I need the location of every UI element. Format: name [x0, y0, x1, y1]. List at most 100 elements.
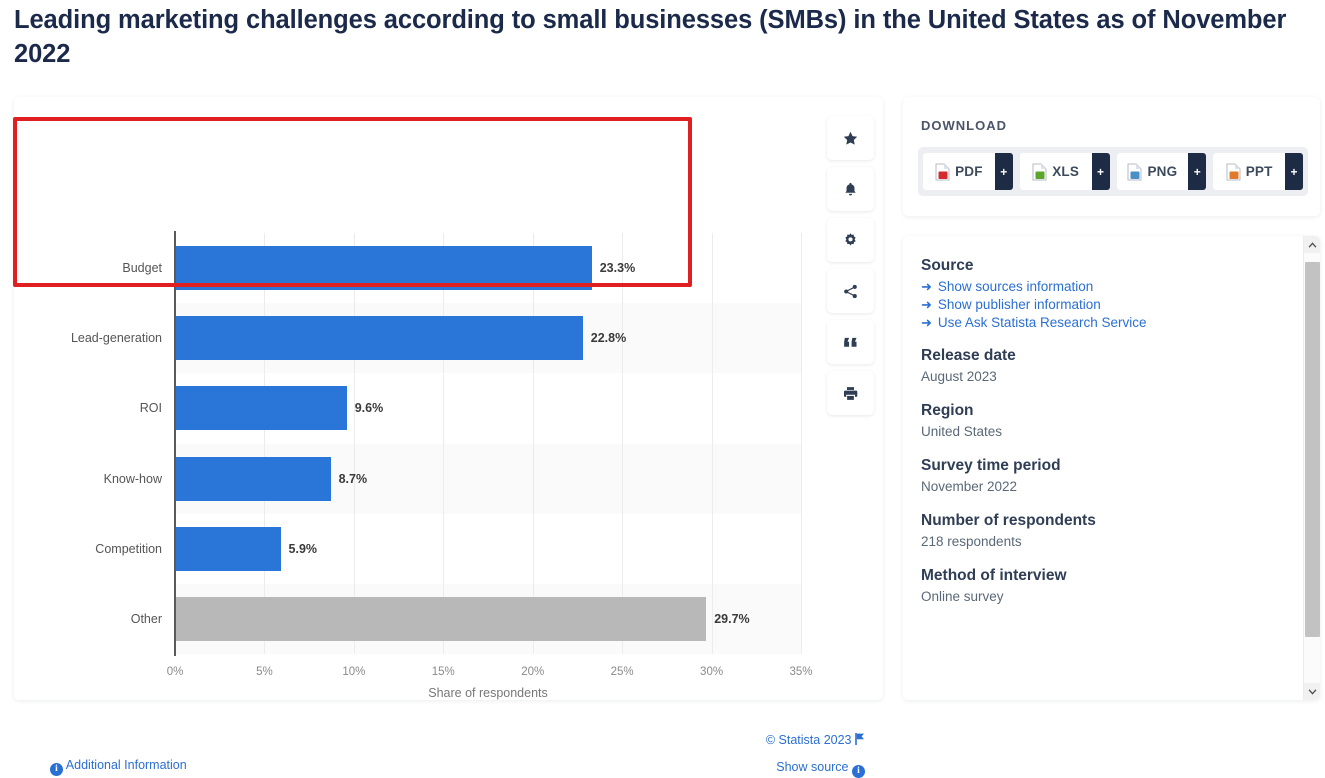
x-axis-ticks: 0% 5% 10% 15% 20% 25% 30% 35%: [167, 666, 813, 682]
cite-button[interactable]: [827, 320, 874, 364]
print-button[interactable]: [827, 371, 874, 415]
source-link-label: Show publisher information: [937, 297, 1101, 312]
alert-button[interactable]: [827, 167, 874, 211]
x-tick-label: 5%: [256, 666, 273, 678]
file-png-icon: [1127, 163, 1142, 180]
scroll-up-arrow-icon[interactable]: [1304, 236, 1320, 253]
chart-bar[interactable]: [175, 596, 707, 641]
scrollbar-thumb[interactable]: [1305, 262, 1320, 637]
chart-bar[interactable]: [175, 246, 592, 291]
download-card: DOWNLOAD PDF + XLS + PNG + PPT +: [903, 97, 1320, 216]
chart-plot-area: 23.3% 22.8% 9.6% 8.7% 5.9% 29.7%: [175, 233, 802, 654]
arrow-right-icon: ➜: [921, 315, 932, 330]
quote-icon: [844, 337, 857, 347]
copyright-notice[interactable]: © Statista 2023: [766, 733, 865, 747]
chart-gridline: [622, 233, 624, 654]
source-link-label: Show sources information: [937, 279, 1094, 294]
show-source-link[interactable]: Show source i: [776, 760, 865, 778]
download-label: PPT: [1245, 164, 1273, 179]
chart-bar[interactable]: [175, 526, 281, 571]
metadata-heading: Region: [921, 402, 974, 419]
chart-gridline: [532, 233, 534, 654]
metadata-heading: Number of respondents: [921, 512, 1096, 529]
file-xls-icon: [1032, 163, 1047, 180]
share-button[interactable]: [827, 269, 874, 313]
chart-gridline: [711, 233, 713, 654]
source-link[interactable]: ➜ Show publisher information: [921, 297, 1276, 312]
chart-gridline: [801, 233, 802, 654]
flag-icon: [855, 733, 864, 745]
x-tick-label: 0%: [166, 666, 184, 678]
download-label: XLS: [1052, 164, 1080, 179]
x-tick-label: 25%: [610, 666, 634, 678]
download-label: PDF: [955, 164, 983, 179]
x-tick-label: 10%: [342, 666, 366, 678]
favorite-button[interactable]: [827, 116, 874, 160]
y-axis-line: [174, 231, 176, 656]
download-options-toggle[interactable]: +: [994, 153, 1013, 190]
metadata-scrollbar[interactable]: [1303, 236, 1320, 700]
metadata-fields: Release date August 2023 Region United Stat…: [921, 347, 1276, 604]
page-title: Leading marketing challenges according t…: [14, 6, 1287, 68]
info-icon: i: [852, 765, 865, 778]
additional-information-label: Additional Information: [65, 758, 187, 772]
metadata-value: Online survey: [921, 589, 1004, 604]
additional-information-link[interactable]: i Additional Information: [50, 758, 187, 776]
chart-bar[interactable]: [175, 456, 331, 501]
x-tick-label: 20%: [521, 666, 545, 678]
chart-bar[interactable]: [175, 386, 347, 431]
arrow-right-icon: ➜: [921, 297, 932, 312]
bell-icon: [845, 182, 856, 195]
download-options-toggle[interactable]: +: [1091, 153, 1110, 190]
info-icon: i: [50, 763, 63, 776]
download-heading: DOWNLOAD: [921, 118, 1007, 133]
source-links: ➜ Show sources information ➜ Show publisher…: [921, 279, 1276, 330]
file-ppt-icon: [1226, 163, 1241, 180]
chart-gridline: [353, 233, 355, 654]
bar-value-label: 8.7%: [338, 471, 368, 486]
x-axis-title: Share of respondents: [428, 686, 548, 700]
metadata-value: August 2023: [921, 369, 997, 384]
file-pdf-icon: [935, 163, 950, 180]
scroll-down-arrow-icon[interactable]: [1304, 683, 1320, 700]
copyright-label: © Statista 2023: [765, 733, 852, 747]
download-xls-button[interactable]: XLS +: [1019, 153, 1110, 190]
download-ppt-button[interactable]: PPT +: [1213, 153, 1303, 190]
download-button-group: PDF + XLS + PNG + PPT +: [918, 147, 1308, 196]
bar-value-label: 9.6%: [354, 401, 384, 416]
gear-icon: [845, 232, 856, 245]
download-pdf-button[interactable]: PDF +: [923, 153, 1013, 190]
metadata-heading: Release date: [921, 347, 1016, 364]
metadata-value: 218 respondents: [921, 534, 1022, 549]
download-options-toggle[interactable]: +: [1188, 153, 1207, 190]
star-icon: [843, 131, 858, 145]
metadata-content: Source ➜ Show sources information ➜ Show pu…: [921, 257, 1276, 622]
category-label: Lead-generation: [70, 331, 162, 346]
settings-button[interactable]: [827, 218, 874, 262]
source-link[interactable]: ➜ Use Ask Statista Research Service: [921, 315, 1276, 330]
x-tick-label: 30%: [700, 666, 724, 678]
bar-value-label: 29.7%: [714, 611, 750, 626]
arrow-right-icon: ➜: [921, 279, 932, 294]
source-heading: Source: [921, 257, 974, 274]
chart-action-buttons: [827, 116, 874, 422]
metadata-card: Source ➜ Show sources information ➜ Show pu…: [903, 236, 1320, 700]
download-options-toggle[interactable]: +: [1285, 153, 1303, 190]
print-icon: [843, 386, 858, 400]
metadata-heading: Survey time period: [921, 457, 1061, 474]
chart-card: 23.3% 22.8% 9.6% 8.7% 5.9% 29.7% Budget Lead-g…: [14, 97, 883, 778]
chart-gridline: [264, 233, 266, 654]
x-tick-label: 35%: [789, 666, 813, 678]
metadata-heading: Method of interview: [921, 567, 1067, 584]
download-png-button[interactable]: PNG +: [1116, 153, 1207, 190]
x-tick-label: 15%: [431, 666, 455, 678]
category-axis-labels: Budget Lead-generation ROI Know-how Competit…: [22, 233, 162, 654]
category-label: ROI: [139, 401, 162, 416]
download-label: PNG: [1147, 164, 1178, 179]
metadata-value: November 2022: [921, 479, 1018, 494]
category-label: Budget: [122, 261, 162, 276]
chart-bar[interactable]: [175, 316, 583, 361]
bar-value-label: 22.8%: [590, 331, 627, 346]
source-link[interactable]: ➜ Show sources information: [921, 279, 1276, 294]
category-label: Other: [130, 611, 162, 626]
